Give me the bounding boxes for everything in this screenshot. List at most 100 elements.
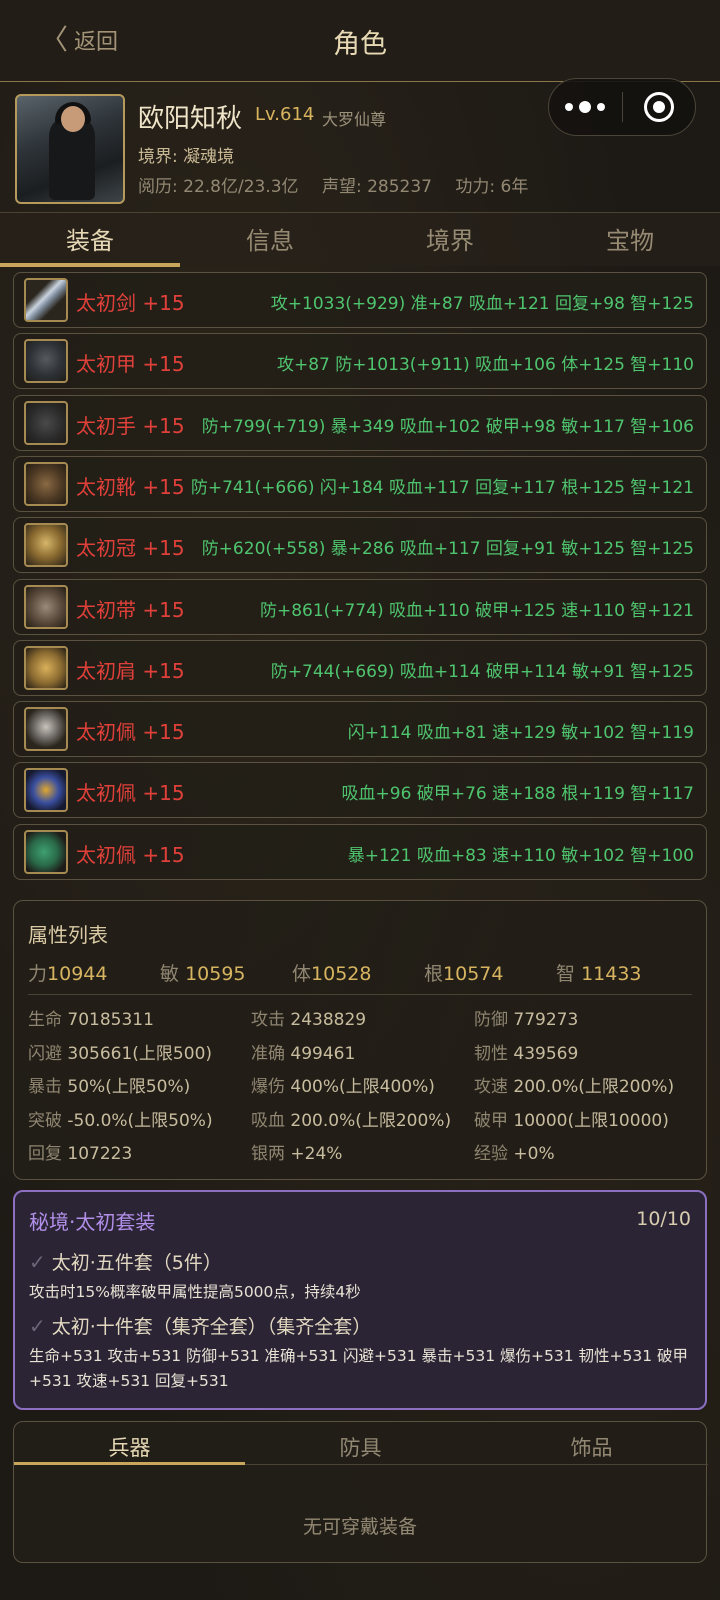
equipment-attributes: 攻+1033(+929) 准+87 吸血+121 回复+98 智+125 (270, 294, 694, 314)
stat-cell: 暴击 50%(上限50%) (28, 1077, 191, 1097)
character-realm: 境界: 凝魂境 (138, 147, 235, 167)
equipment-row[interactable]: 太初甲 +15 攻+87 防+1013(+911) 吸血+106 体+125 智+… (13, 333, 707, 390)
tab-weapons[interactable]: 兵器 (14, 1432, 245, 1462)
crown-icon (24, 523, 68, 568)
close-miniprogram-button[interactable] (623, 92, 696, 122)
equipment-attributes: 防+861(+774) 吸血+110 破甲+125 速+110 智+121 (259, 600, 694, 621)
nav-header: 〈 返回 角色 (0, 0, 720, 82)
equipment-name: 太初佩 +15 (76, 781, 185, 806)
equipment-name: 太初剑 +15 (76, 291, 185, 315)
equipment-row[interactable]: 太初靴 +15 防+741(+666) 闪+184 吸血+117 回复+117 根… (13, 455, 707, 512)
equipment-row[interactable]: 太初佩 +15 暴+121 吸血+83 速+110 敏+102 智+100 (13, 823, 707, 880)
equipment-attributes: 防+620(+558) 暴+286 吸血+117 回复+91 敏+125 智+1… (201, 539, 694, 560)
ring-icon (24, 768, 68, 813)
equipment-name: 太初手 +15 (76, 413, 185, 438)
avatar-head (61, 106, 85, 132)
reputation-text: 声望: 285237 (321, 177, 432, 197)
set-tier-10-desc: 生命+531 攻击+531 防御+531 准确+531 闪避+531 暴击+53… (29, 1347, 688, 1390)
tab-armor[interactable]: 防具 (245, 1432, 476, 1462)
equipment-name: 太初带 +15 (76, 597, 185, 622)
equipment-row[interactable]: 太初冠 +15 防+620(+558) 暴+286 吸血+117 回复+91 敏+… (13, 517, 707, 574)
equipment-name: 太初肩 +15 (76, 658, 185, 683)
tab-equipment[interactable]: 装备 (0, 221, 180, 256)
set-bonus-title: 秘境·太初套装 (29, 1210, 156, 1234)
character-stats-line: 阅历: 22.8亿/23.3亿 声望: 285237 功力: 6年 (138, 172, 546, 197)
stat-cell: 闪避 305661(上限500) (28, 1043, 213, 1064)
equipment-row[interactable]: 太初佩 +15 吸血+96 破甲+76 速+188 根+119 智+117 (13, 762, 707, 819)
target-icon (643, 92, 674, 122)
equipment-attributes: 防+744(+669) 吸血+114 破甲+114 敏+91 智+125 (270, 661, 694, 682)
stat-cell: 准确 499461 (251, 1043, 356, 1064)
set-bonus-panel: 秘境·太初套装 10/10 ✓ 太初·五件套（5件） 攻击时15%概率破甲属性提… (13, 1190, 707, 1410)
character-rank: 大罗仙尊 (322, 110, 387, 129)
experience-text: 阅历: 22.8亿/23.3亿 (138, 177, 299, 197)
set-tier-10-title: 太初·十件套（集齐全套）（集齐全套） (51, 1316, 372, 1338)
stat-cell: 经验 +0% (474, 1144, 555, 1164)
amulet-icon (24, 707, 68, 752)
avatar[interactable] (15, 94, 125, 204)
stat-cell: 生命 70185311 (28, 1010, 154, 1030)
basic-attr: 根10574 (424, 963, 504, 985)
shoulder-icon (24, 645, 68, 690)
miniprogram-capsule (548, 78, 696, 136)
more-menu-button[interactable] (549, 101, 622, 113)
stat-cell: 银两 +24% (251, 1144, 343, 1164)
boots-icon (24, 461, 68, 506)
equipment-attributes: 攻+87 防+1013(+911) 吸血+106 体+125 智+110 (276, 355, 694, 376)
equipment-row[interactable]: 太初肩 +15 防+744(+669) 吸血+114 破甲+114 敏+91 智+… (13, 639, 707, 696)
basic-attr: 体10528 (292, 963, 372, 985)
character-level: Lv.614 (255, 104, 315, 125)
power-text: 功力: 6年 (455, 177, 529, 197)
equipment-name: 太初佩 +15 (76, 720, 185, 745)
inventory-panel: 兵器 防具 饰品 无可穿戴装备 (13, 1421, 708, 1563)
equipment-name: 太初佩 +15 (76, 842, 185, 867)
jade-icon (24, 829, 68, 874)
tab-active-indicator (14, 1462, 245, 1465)
basic-attributes: 力10944 敏 10595 体10528 根10574 智 11433 (28, 959, 692, 995)
tab-accessories[interactable]: 饰品 (476, 1432, 707, 1462)
attribute-panel-title: 属性列表 (28, 923, 108, 947)
basic-attr: 力10944 (28, 963, 108, 985)
stat-cell: 攻速 200.0%(上限200%) (474, 1077, 675, 1097)
equipment-attributes: 防+741(+666) 闪+184 吸血+117 回复+117 根+125 智+… (190, 477, 694, 498)
check-icon: ✓ (29, 1249, 46, 1274)
set-tier-5: ✓ 太初·五件套（5件） (29, 1248, 222, 1275)
check-icon: ✓ (29, 1313, 46, 1338)
armor-icon (24, 339, 68, 384)
equipment-row[interactable]: 太初佩 +15 闪+114 吸血+81 速+129 敏+102 智+119 (13, 701, 707, 758)
equipment-attributes: 吸血+96 破甲+76 速+188 根+119 智+117 (341, 784, 694, 805)
equipment-row[interactable]: 太初剑 +15 攻+1033(+929) 准+87 吸血+121 回复+98 智+… (13, 272, 707, 328)
sword-icon (24, 278, 68, 322)
equipment-row[interactable]: 太初手 +15 防+799(+719) 暴+349 吸血+102 破甲+98 敏+… (13, 394, 707, 451)
page-title: 角色 (333, 29, 387, 60)
stat-cell: 吸血 200.0%(上限200%) (251, 1110, 452, 1131)
set-bonus-count: 10/10 (636, 1208, 691, 1230)
stat-cell: 防御 779273 (474, 1010, 579, 1030)
stat-cell: 破甲 10000(上限10000) (474, 1110, 669, 1131)
stat-cell: 突破 -50.0%(上限50%) (28, 1110, 213, 1131)
equipment-attributes: 闪+114 吸血+81 速+129 敏+102 智+119 (347, 723, 694, 744)
main-tabs: 装备 信息 境界 宝物 (0, 212, 720, 267)
equipment-name: 太初甲 +15 (76, 352, 185, 377)
set-tier-5-title: 太初·五件套（5件） (51, 1252, 222, 1274)
gauntlet-icon (24, 400, 68, 445)
equipment-name: 太初冠 +15 (76, 536, 185, 561)
set-tier-10: ✓ 太初·十件套（集齐全套）（集齐全套） (29, 1312, 371, 1339)
attribute-panel: 属性列表 力10944 敏 10595 体10528 根10574 智 1143… (13, 900, 707, 1180)
equipment-attributes: 暴+121 吸血+83 速+110 敏+102 智+100 (347, 845, 694, 866)
stat-cell: 回复 107223 (28, 1144, 133, 1164)
basic-attr: 敏 10595 (160, 963, 246, 985)
stat-cell: 攻击 2438829 (251, 1010, 367, 1030)
basic-attr: 智 11433 (556, 963, 642, 985)
stat-cell: 爆伤 400%(上限400%) (251, 1077, 435, 1097)
tab-info[interactable]: 信息 (180, 221, 360, 256)
tab-treasure[interactable]: 宝物 (540, 221, 720, 256)
empty-inventory-text: 无可穿戴装备 (302, 1516, 417, 1538)
tab-realm[interactable]: 境界 (360, 221, 540, 256)
equipment-row[interactable]: 太初带 +15 防+861(+774) 吸血+110 破甲+125 速+110 智… (13, 578, 707, 635)
equipment-name: 太初靴 +15 (76, 474, 185, 499)
character-name: 欧阳知秋 (138, 104, 243, 134)
stat-cell: 韧性 439569 (474, 1043, 579, 1064)
tab-active-indicator (0, 263, 180, 267)
set-tier-5-desc: 攻击时15%概率破甲属性提高5000点，持续4秒 (29, 1283, 361, 1301)
